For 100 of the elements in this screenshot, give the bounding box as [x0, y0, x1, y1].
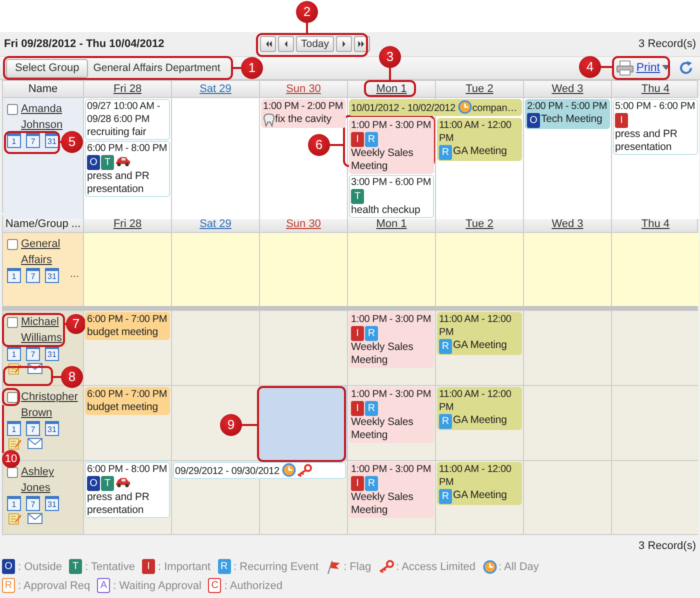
day-cell[interactable]: 11:00 AM - 12:00 PM R GA Meeting: [435, 461, 523, 534]
day-cell[interactable]: [171, 233, 259, 306]
day-link[interactable]: Thu 4: [641, 218, 670, 230]
day-cell[interactable]: 1:00 PM - 3:00 PM I R Weekly Sales Meeting: [347, 311, 435, 385]
day-cell[interactable]: [523, 311, 611, 385]
event-block[interactable]: 6:00 PM - 8:00 PM O T press and PR presentation: [85, 141, 170, 197]
day-link[interactable]: Thu 4: [641, 83, 670, 95]
event-block[interactable]: 09/27 10:00 AM - 09/28 6:00 PM recruiting fair: [85, 99, 170, 140]
day-cell[interactable]: [611, 233, 699, 306]
day-cell[interactable]: [171, 311, 259, 385]
calendar-view-button[interactable]: 1: [7, 133, 21, 148]
day-cell[interactable]: [171, 480, 259, 534]
event-block[interactable]: 3:00 PM - 6:00 PM T health checkup: [349, 175, 434, 218]
mail-icon[interactable]: [27, 512, 43, 525]
day-link[interactable]: Sat 29: [200, 83, 232, 95]
event-block[interactable]: 6:00 PM - 8:00 PM O T press and PR presentation: [85, 462, 170, 518]
person-name-link[interactable]: Ashley Jones: [21, 464, 54, 496]
event-block[interactable]: 6:00 PM - 7:00 PM budget meeting: [85, 387, 170, 415]
calendar-view-button[interactable]: 1: [7, 496, 21, 511]
calendar-view-button[interactable]: 1: [7, 421, 21, 436]
day-link[interactable]: Sun 30: [286, 218, 321, 230]
calendar-view-button[interactable]: 1: [7, 346, 21, 361]
next-button[interactable]: [336, 36, 352, 52]
calendar-view-button[interactable]: 7: [26, 496, 40, 511]
day-cell[interactable]: 2:00 PM - 5:00 PM O Tech Meeting: [523, 98, 611, 219]
event-block[interactable]: 1:00 PM - 2:00 PM fix the cavity: [261, 99, 346, 128]
checkbox[interactable]: [7, 392, 18, 403]
event-block[interactable]: 11:00 AM - 12:00 PM R GA Meeting: [437, 312, 522, 355]
select-group-button[interactable]: Select Group: [6, 58, 88, 78]
day-cell[interactable]: 5:00 PM - 6:00 PM I press and PR presentation: [611, 98, 699, 219]
memo-icon[interactable]: [7, 362, 23, 375]
checkbox[interactable]: [7, 239, 18, 250]
day-link[interactable]: Fri 28: [113, 83, 142, 95]
day-cell[interactable]: [611, 386, 699, 460]
mail-icon[interactable]: [27, 437, 43, 450]
event-block[interactable]: 1:00 PM - 3:00 PM I R Weekly Sales Meeting: [349, 462, 434, 518]
checkbox[interactable]: [7, 104, 18, 115]
event-block[interactable]: 11:00 AM - 12:00 PM R GA Meeting: [437, 462, 522, 505]
group-name-link[interactable]: General Affairs: [21, 236, 60, 268]
day-cell[interactable]: 1:00 PM - 3:00 PM I R Weekly Sales Meeting 3:00 PM - 6:00 PM T health checkup: [347, 117, 435, 219]
first-button[interactable]: [260, 36, 276, 52]
day-cell[interactable]: 09/27 10:00 AM - 09/28 6:00 PM recruiting fair 6:00 PM - 8:00 PM O T press and PR presentation: [83, 98, 171, 219]
calendar-view-button[interactable]: 1: [7, 268, 21, 283]
person-name-link[interactable]: Christopher Brown: [21, 389, 78, 421]
calendar-view-button[interactable]: 31: [45, 268, 59, 283]
day-cell[interactable]: [171, 386, 259, 460]
today-button[interactable]: Today: [296, 36, 334, 52]
day-link[interactable]: Tue 2: [466, 218, 494, 230]
day-cell[interactable]: [83, 233, 171, 306]
day-link[interactable]: Mon 1: [376, 83, 407, 95]
day-cell[interactable]: [347, 233, 435, 306]
day-cell[interactable]: 6:00 PM - 8:00 PM O T press and PR presentation: [83, 461, 171, 534]
event-block[interactable]: 5:00 PM - 6:00 PM I press and PR presentation: [613, 99, 698, 155]
day-cell[interactable]: [259, 233, 347, 306]
event-block[interactable]: 1:00 PM - 3:00 PM I R Weekly Sales Meeting: [349, 312, 434, 368]
day-cell[interactable]: 1:00 PM - 3:00 PM I R Weekly Sales Meeting: [347, 386, 435, 460]
day-link[interactable]: Mon 1: [376, 218, 407, 230]
day-cell[interactable]: 6:00 PM - 7:00 PM budget meeting: [83, 386, 171, 460]
day-cell[interactable]: [523, 461, 611, 534]
calendar-view-button[interactable]: 7: [26, 268, 40, 283]
day-cell[interactable]: 6:00 PM - 7:00 PM budget meeting: [83, 311, 171, 385]
event-block[interactable]: 1:00 PM - 3:00 PM I R Weekly Sales Meeting: [349, 118, 434, 174]
event-block[interactable]: 11:00 AM - 12:00 PM R GA Meeting: [437, 118, 522, 161]
day-cell[interactable]: [259, 311, 347, 385]
event-block[interactable]: 6:00 PM - 7:00 PM budget meeting: [85, 312, 170, 340]
event-block[interactable]: 11:00 AM - 12:00 PM R GA Meeting: [437, 387, 522, 430]
refresh-icon[interactable]: [678, 60, 694, 76]
event-block[interactable]: 10/01/2012 - 10/02/2012 compan…: [349, 99, 522, 116]
day-cell[interactable]: [171, 98, 259, 219]
event-block[interactable]: 1:00 PM - 3:00 PM I R Weekly Sales Meeting: [349, 387, 434, 443]
event-block[interactable]: 2:00 PM - 5:00 PM O Tech Meeting: [525, 99, 610, 129]
checkbox[interactable]: [7, 467, 18, 478]
print-link[interactable]: Print: [636, 62, 660, 74]
more-link[interactable]: ...: [70, 268, 80, 280]
calendar-view-button[interactable]: 31: [45, 421, 59, 436]
printer-icon[interactable]: [616, 60, 634, 76]
day-cell[interactable]: 11:00 AM - 12:00 PM R GA Meeting: [435, 117, 523, 219]
day-link[interactable]: Wed 3: [552, 83, 584, 95]
memo-icon[interactable]: [7, 512, 23, 525]
caret-icon[interactable]: [662, 65, 670, 71]
calendar-view-button[interactable]: 31: [45, 346, 59, 361]
day-cell[interactable]: [523, 386, 611, 460]
calendar-view-button[interactable]: 31: [45, 133, 59, 148]
day-cell[interactable]: 1:00 PM - 3:00 PM I R Weekly Sales Meeting: [347, 461, 435, 534]
calendar-view-button[interactable]: 7: [26, 346, 40, 361]
day-cell[interactable]: [259, 480, 347, 534]
day-link[interactable]: Sun 30: [286, 83, 321, 95]
checkbox[interactable]: [7, 317, 18, 328]
calendar-view-button[interactable]: 7: [26, 421, 40, 436]
person-name-link[interactable]: Amanda Johnson: [21, 101, 63, 133]
day-cell[interactable]: 11:00 AM - 12:00 PM R GA Meeting: [435, 386, 523, 460]
day-cell[interactable]: [523, 233, 611, 306]
day-cell[interactable]: [435, 233, 523, 306]
prev-button[interactable]: [278, 36, 294, 52]
memo-icon[interactable]: [7, 437, 23, 450]
day-cell[interactable]: 11:00 AM - 12:00 PM R GA Meeting: [435, 311, 523, 385]
day-link[interactable]: Sat 29: [200, 218, 232, 230]
calendar-view-button[interactable]: 31: [45, 496, 59, 511]
day-link[interactable]: Wed 3: [552, 218, 584, 230]
event-block[interactable]: 09/29/2012 - 09/30/2012: [173, 462, 346, 479]
